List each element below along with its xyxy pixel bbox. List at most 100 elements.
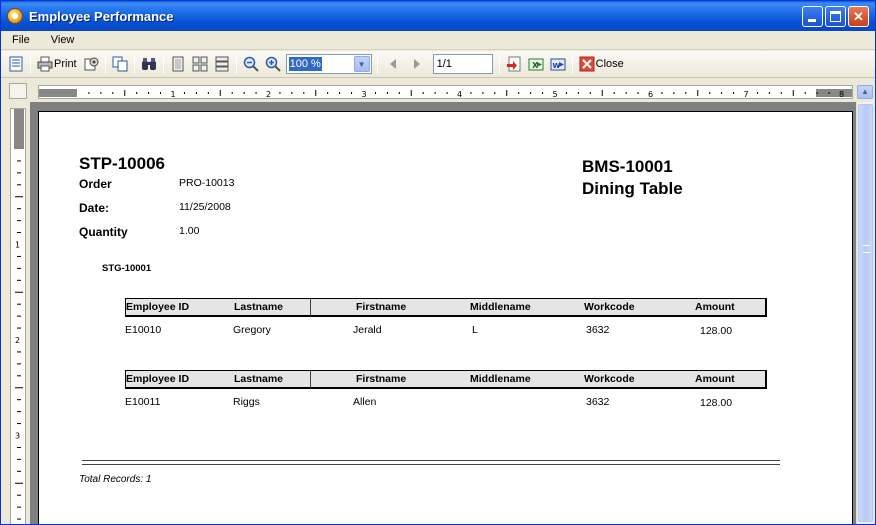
ruler-number: 1 — [15, 241, 20, 250]
maximize-button[interactable] — [825, 6, 846, 27]
report-page: STP-10006 Order PRO-10013 Date: 11/25/20… — [38, 111, 853, 524]
cell-employee-id: E10010 — [125, 324, 162, 336]
column-header-firstname: Firstname — [356, 373, 407, 385]
toolbar-separator — [571, 54, 573, 74]
toolbar-separator — [498, 54, 500, 74]
cell-workcode: 3632 — [586, 396, 610, 408]
ruler-number: 3 — [15, 432, 20, 441]
chevron-down-icon[interactable]: ▼ — [353, 56, 370, 72]
ruler-number: 7 — [744, 90, 749, 99]
menu-view[interactable]: View — [40, 34, 85, 46]
single-page-button[interactable] — [167, 53, 189, 75]
column-header-amount: Amount — [695, 301, 735, 313]
ruler-number: 8 — [839, 90, 844, 99]
column-header-workcode: Workcode — [584, 373, 635, 385]
window-title: Employee Performance — [29, 8, 174, 24]
window-controls: ✕ — [802, 6, 869, 27]
menu-file[interactable]: File — [1, 34, 40, 46]
zoom-select[interactable]: 100 % ▼ — [285, 54, 372, 74]
close-window-button[interactable]: ✕ — [848, 6, 869, 27]
close-icon — [579, 56, 595, 72]
close-label: Close — [595, 58, 624, 70]
multiple-pages-icon — [192, 56, 208, 72]
column-header-employee-id: Employee ID — [126, 373, 190, 385]
zoom-in-icon — [265, 56, 281, 72]
footer-divider — [82, 464, 780, 465]
continuous-button[interactable] — [211, 53, 233, 75]
cell-middlename: L — [472, 324, 478, 336]
export-pdf-button[interactable] — [503, 53, 525, 75]
grip-icon — [863, 245, 870, 253]
order-value: PRO-10013 — [179, 177, 235, 189]
minimize-button[interactable] — [802, 6, 823, 27]
next-page-button[interactable] — [405, 53, 429, 75]
print-button[interactable]: Print — [34, 53, 80, 75]
document-list-icon — [9, 56, 23, 72]
order-label: Order — [79, 177, 112, 191]
cell-firstname: Allen — [353, 396, 377, 408]
ruler-corner — [9, 83, 27, 99]
horizontal-ruler: 1 2 3 4 5 6 7 8 — [38, 85, 853, 99]
column-header-middlename: Middlename — [470, 301, 531, 313]
app-icon[interactable] — [7, 8, 23, 24]
continuous-pages-icon — [215, 56, 229, 72]
zoom-value: 100 % — [288, 57, 322, 71]
zoom-out-button[interactable] — [240, 53, 262, 75]
ruler-number: 6 — [648, 90, 653, 99]
page-number-input[interactable] — [432, 54, 493, 74]
print-label: Print — [54, 58, 77, 70]
table-header: Employee ID Lastname Firstname Middlenam… — [125, 370, 767, 389]
column-header-employee-id: Employee ID — [126, 301, 190, 313]
arrow-right-icon — [413, 59, 420, 69]
toolbar-separator — [104, 54, 106, 74]
cell-amount: 128.00 — [700, 397, 733, 409]
report-viewer-window: Employee Performance ✕ File View Print 1… — [0, 0, 876, 525]
minimize-icon — [808, 19, 816, 22]
quantity-value: 1.00 — [179, 225, 200, 237]
multi-page-button[interactable] — [189, 53, 211, 75]
cell-firstname: Jerald — [353, 324, 382, 336]
toolbar: Print 100 % ▼ 1/1 X W Close — [1, 51, 875, 78]
column-header-amount: Amount — [695, 373, 735, 385]
toolbar-separator — [162, 54, 164, 74]
column-header-firstname: Firstname — [356, 301, 407, 313]
product-id: BMS-10001 — [582, 157, 673, 176]
footer-divider — [82, 460, 780, 461]
find-button[interactable] — [138, 53, 160, 75]
copy-icon — [112, 56, 128, 72]
ruler-number: 3 — [362, 90, 367, 99]
date-label: Date: — [79, 201, 110, 215]
toggle-tree-button[interactable] — [5, 53, 27, 75]
ruler-number: 2 — [15, 336, 20, 345]
zoom-in-button[interactable] — [262, 53, 284, 75]
group-label: STG-10001 — [102, 263, 152, 274]
page-setup-icon — [84, 57, 99, 71]
word-export-icon: W — [550, 58, 566, 71]
previous-page-button[interactable] — [381, 53, 405, 75]
quantity-label: Quantity — [79, 225, 128, 239]
export-excel-button[interactable]: X — [525, 53, 547, 75]
excel-export-icon: X — [528, 58, 544, 71]
scroll-up-button[interactable]: ▲ — [857, 85, 873, 99]
column-divider — [310, 371, 311, 388]
menu-bar: File View — [1, 31, 875, 50]
ruler-number: 2 — [266, 90, 271, 99]
cell-lastname: Riggs — [233, 396, 260, 408]
vertical-scrollbar[interactable] — [856, 102, 873, 524]
page-setup-button[interactable] — [80, 53, 102, 75]
column-header-middlename: Middlename — [470, 373, 531, 385]
product-name: Dining Table — [582, 179, 683, 198]
cell-lastname: Gregory — [233, 324, 271, 336]
scrollbar-thumb[interactable] — [858, 104, 873, 522]
maximize-icon — [830, 11, 841, 22]
copy-button[interactable] — [109, 53, 131, 75]
close-preview-button[interactable]: Close — [576, 53, 627, 75]
printer-icon — [37, 56, 53, 72]
export-word-button[interactable]: W — [547, 53, 569, 75]
total-records: Total Records: 1 — [79, 474, 152, 485]
column-header-workcode: Workcode — [584, 301, 635, 313]
pdf-export-icon — [506, 56, 521, 72]
cell-employee-id: E10011 — [125, 396, 161, 408]
column-header-lastname: Lastname — [234, 301, 284, 313]
title-bar[interactable]: Employee Performance ✕ — [1, 1, 875, 31]
